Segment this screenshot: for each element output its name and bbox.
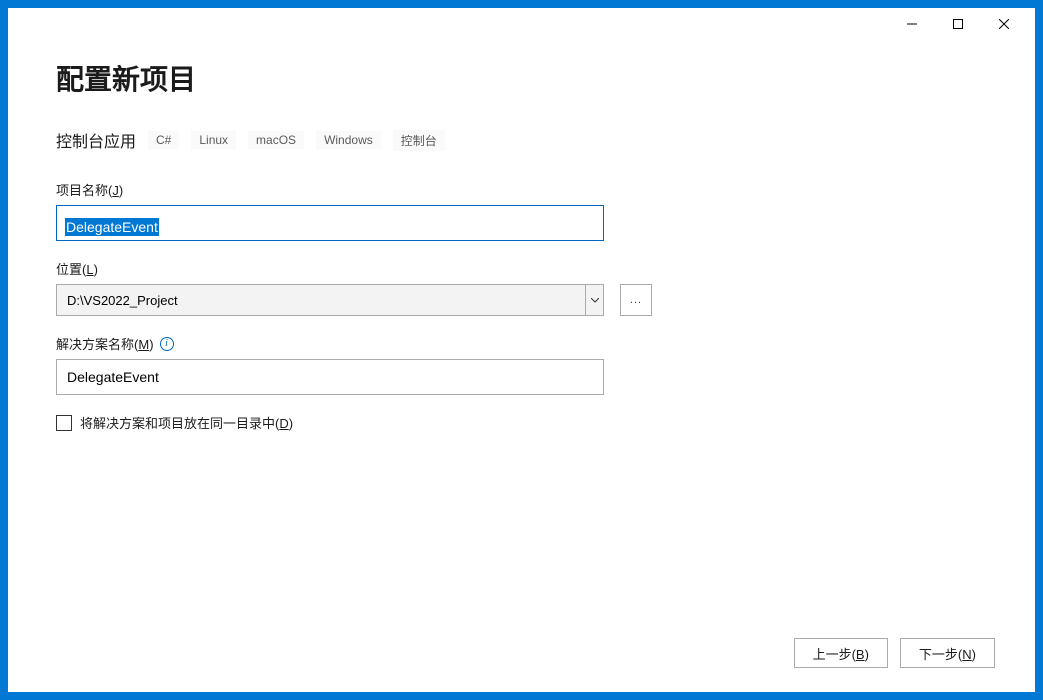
location-combo[interactable] xyxy=(56,284,604,316)
solution-name-label: 解决方案名称(M) i xyxy=(56,334,987,353)
template-row: 控制台应用 C# Linux macOS Windows 控制台 xyxy=(56,128,987,152)
same-directory-checkbox[interactable] xyxy=(56,415,72,431)
chevron-down-icon xyxy=(591,298,599,303)
location-group: 位置(L) ... xyxy=(56,259,987,316)
project-name-group: 项目名称(J) DelegateEvent xyxy=(56,180,987,241)
minimize-icon xyxy=(907,19,917,29)
titlebar xyxy=(8,8,1035,40)
solution-name-input[interactable] xyxy=(56,359,604,395)
template-tag: Linux xyxy=(191,131,236,149)
page-title: 配置新项目 xyxy=(56,58,987,98)
project-name-label: 项目名称(J) xyxy=(56,180,987,199)
footer-buttons: 上一步(B) 下一步(N) xyxy=(794,638,995,668)
location-row: ... xyxy=(56,284,987,316)
next-button[interactable]: 下一步(N) xyxy=(900,638,995,668)
template-tag: 控制台 xyxy=(393,130,445,151)
location-label: 位置(L) xyxy=(56,259,987,278)
maximize-icon xyxy=(953,19,963,29)
template-tag: macOS xyxy=(248,131,304,149)
browse-button[interactable]: ... xyxy=(620,284,652,316)
close-icon xyxy=(999,19,1009,29)
same-directory-row: 将解决方案和项目放在同一目录中(D) xyxy=(56,413,987,432)
back-button[interactable]: 上一步(B) xyxy=(794,638,888,668)
dialog-window: 配置新项目 控制台应用 C# Linux macOS Windows 控制台 项… xyxy=(8,8,1035,692)
template-name: 控制台应用 xyxy=(56,128,136,152)
project-name-input[interactable]: DelegateEvent xyxy=(56,205,604,241)
location-dropdown-button[interactable] xyxy=(585,285,603,315)
same-directory-label[interactable]: 将解决方案和项目放在同一目录中(D) xyxy=(80,413,293,432)
maximize-button[interactable] xyxy=(935,8,981,40)
minimize-button[interactable] xyxy=(889,8,935,40)
project-name-value: DelegateEvent xyxy=(65,218,159,236)
content-area: 配置新项目 控制台应用 C# Linux macOS Windows 控制台 项… xyxy=(8,40,1035,692)
template-tag: C# xyxy=(148,131,179,149)
solution-name-group: 解决方案名称(M) i xyxy=(56,334,987,395)
location-input[interactable] xyxy=(57,285,585,315)
info-icon[interactable]: i xyxy=(160,337,174,351)
close-button[interactable] xyxy=(981,8,1027,40)
template-tag: Windows xyxy=(316,131,381,149)
